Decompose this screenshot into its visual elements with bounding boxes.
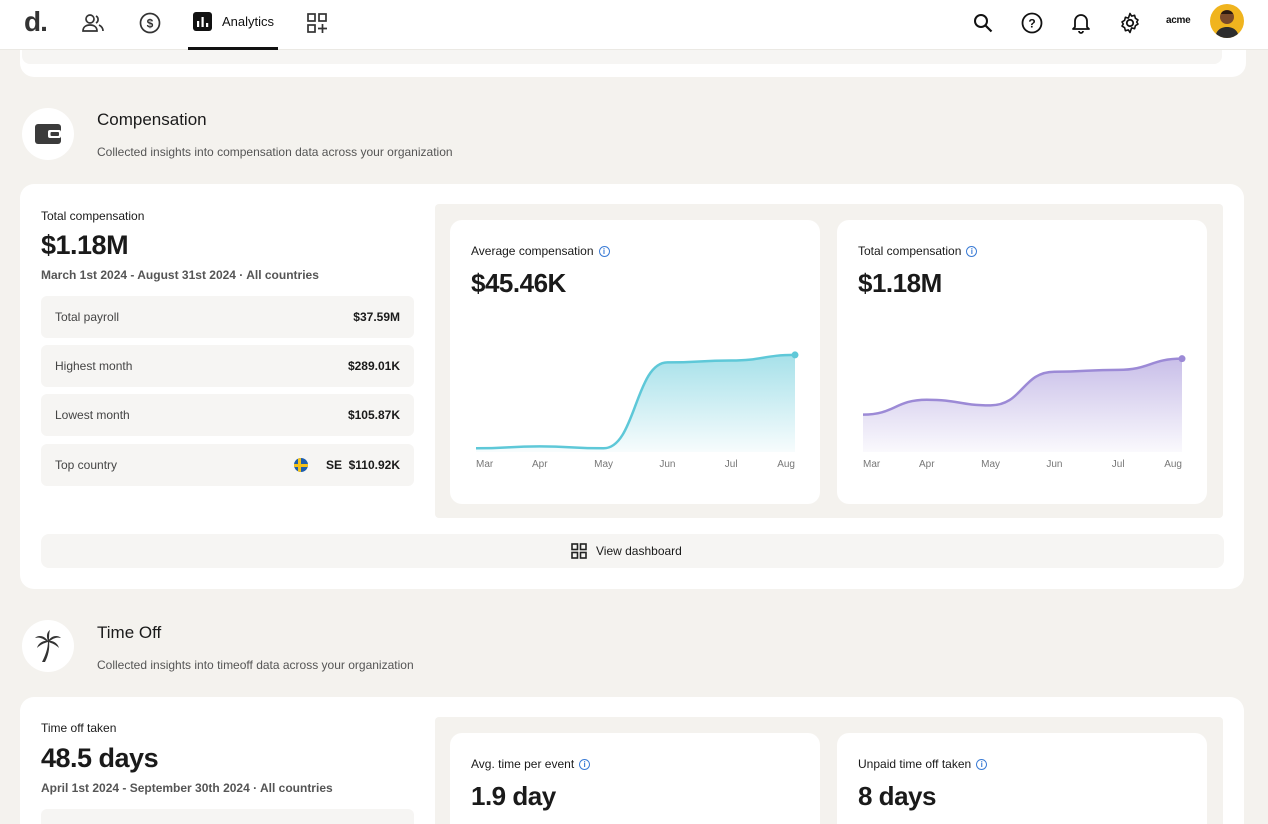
chart-headline: $1.18M	[858, 268, 942, 298]
chart-title-text: Total compensation	[858, 244, 962, 258]
section-title: Time Off	[97, 623, 162, 642]
row-value: $105.87K	[347, 408, 400, 422]
view-dashboard-label: View dashboard	[596, 544, 682, 558]
stat-title: Avg. time per event i	[471, 757, 591, 771]
chart-title: Average compensation i	[471, 244, 610, 258]
line-chart: Mar Apr May Jun Jul Aug	[475, 351, 799, 470]
x-tick-label: Apr	[532, 459, 548, 470]
apps-add-icon[interactable]	[304, 10, 330, 36]
chart-headline: $45.46K	[471, 268, 566, 298]
chart-card-average[interactable]: Average compensation i $45.46K Mar Apr May…	[450, 220, 820, 504]
list-item: Highest month $289.01K	[41, 345, 414, 387]
info-icon[interactable]: i	[966, 245, 978, 257]
row-label: Top country	[55, 458, 118, 472]
app-logo[interactable]: d.	[24, 6, 48, 38]
timeoff-card: Time off taken 48.5 days April 1st 2024 …	[20, 697, 1244, 824]
date-range: March 1st 2024 - August 31st 2024 · All …	[41, 268, 319, 282]
charts-panel: Avg. time per event i 1.9 day Unpaid tim…	[435, 717, 1223, 824]
company-logo[interactable]: acme	[1166, 15, 1191, 26]
row-label: Highest month	[55, 359, 133, 373]
x-tick-label: May	[981, 459, 1000, 470]
x-tick-label: May	[594, 459, 613, 470]
view-dashboard-button[interactable]: View dashboard	[41, 534, 1224, 568]
chart-card-total[interactable]: Total compensation i $1.18M Mar Apr May Jun…	[837, 220, 1207, 504]
x-tick-label: Mar	[863, 459, 881, 470]
kpi-value: $1.18M	[41, 230, 129, 260]
tab-analytics[interactable]: Analytics	[188, 0, 278, 50]
list-item	[41, 809, 414, 824]
wallet-icon	[22, 108, 74, 160]
grid-icon	[571, 543, 587, 559]
line-chart: Mar Apr May Jun Jul Aug	[862, 355, 1186, 470]
row-label: Lowest month	[55, 408, 130, 422]
kpi-label: Time off taken	[41, 721, 117, 735]
gear-icon[interactable]	[1117, 10, 1143, 36]
sweden-flag-icon	[294, 458, 308, 472]
row-label: Total payroll	[55, 310, 120, 324]
x-tick-label: Aug	[777, 459, 795, 470]
kpi-value: 48.5 days	[41, 743, 159, 773]
chart-point	[1178, 355, 1186, 363]
palm-tree-icon	[22, 620, 74, 672]
x-tick-label: Jul	[1112, 459, 1125, 470]
people-icon[interactable]	[80, 10, 106, 36]
svg-text:$: $	[147, 17, 154, 31]
top-navigation: d. $ Analytics ? acme	[0, 0, 1268, 50]
search-icon[interactable]	[970, 10, 996, 36]
charts-panel: Average compensation i $45.46K Mar Apr May…	[435, 204, 1223, 518]
chart-title-text: Average compensation	[471, 244, 594, 258]
section-title: Compensation	[97, 110, 207, 129]
stat-card[interactable]: Unpaid time off taken i 8 days	[837, 733, 1207, 824]
x-tick-label: Apr	[919, 459, 935, 470]
avatar[interactable]	[1210, 4, 1244, 38]
bell-icon[interactable]	[1068, 10, 1094, 36]
x-tick-label: Jun	[1046, 459, 1062, 470]
x-tick-label: Aug	[1164, 459, 1182, 470]
chart-title: Total compensation i	[858, 244, 978, 258]
x-tick-label: Jun	[659, 459, 675, 470]
help-icon[interactable]: ?	[1019, 10, 1045, 36]
x-tick-label: Mar	[476, 459, 494, 470]
row-value: $110.92K	[348, 458, 400, 472]
stat-title-text: Avg. time per event	[471, 757, 575, 771]
svg-text:?: ?	[1028, 17, 1035, 31]
info-icon[interactable]: i	[579, 758, 591, 770]
stat-value: 8 days	[858, 781, 936, 811]
dollar-icon[interactable]: $	[137, 10, 163, 36]
date-range: April 1st 2024 - September 30th 2024 · A…	[41, 781, 333, 795]
bar-chart-icon	[193, 12, 212, 31]
previous-section-inner	[22, 50, 1222, 64]
section-subtitle: Collected insights into compensation dat…	[97, 145, 453, 159]
section-subtitle: Collected insights into timeoff data acr…	[97, 658, 414, 672]
stat-value: 1.9 day	[471, 781, 556, 811]
country-code: SE	[325, 458, 342, 472]
info-icon[interactable]: i	[976, 758, 988, 770]
list-item: Total payroll $37.59M	[41, 296, 414, 338]
list-item: Lowest month $105.87K	[41, 394, 414, 436]
x-tick-label: Jul	[725, 459, 738, 470]
stat-title-text: Unpaid time off taken	[858, 757, 972, 771]
stat-card[interactable]: Avg. time per event i 1.9 day	[450, 733, 820, 824]
chart-area-fill	[863, 358, 1182, 452]
stat-title: Unpaid time off taken i	[858, 757, 988, 771]
tab-analytics-label: Analytics	[222, 14, 275, 29]
compensation-card: Total compensation $1.18M March 1st 2024…	[20, 184, 1244, 589]
kpi-label: Total compensation	[41, 209, 145, 223]
info-icon[interactable]: i	[598, 245, 610, 257]
row-value: $289.01K	[347, 359, 400, 373]
row-value: $37.59M	[353, 310, 400, 324]
list-item: Top country SE $110.92K	[41, 444, 414, 486]
chart-point	[791, 351, 799, 359]
